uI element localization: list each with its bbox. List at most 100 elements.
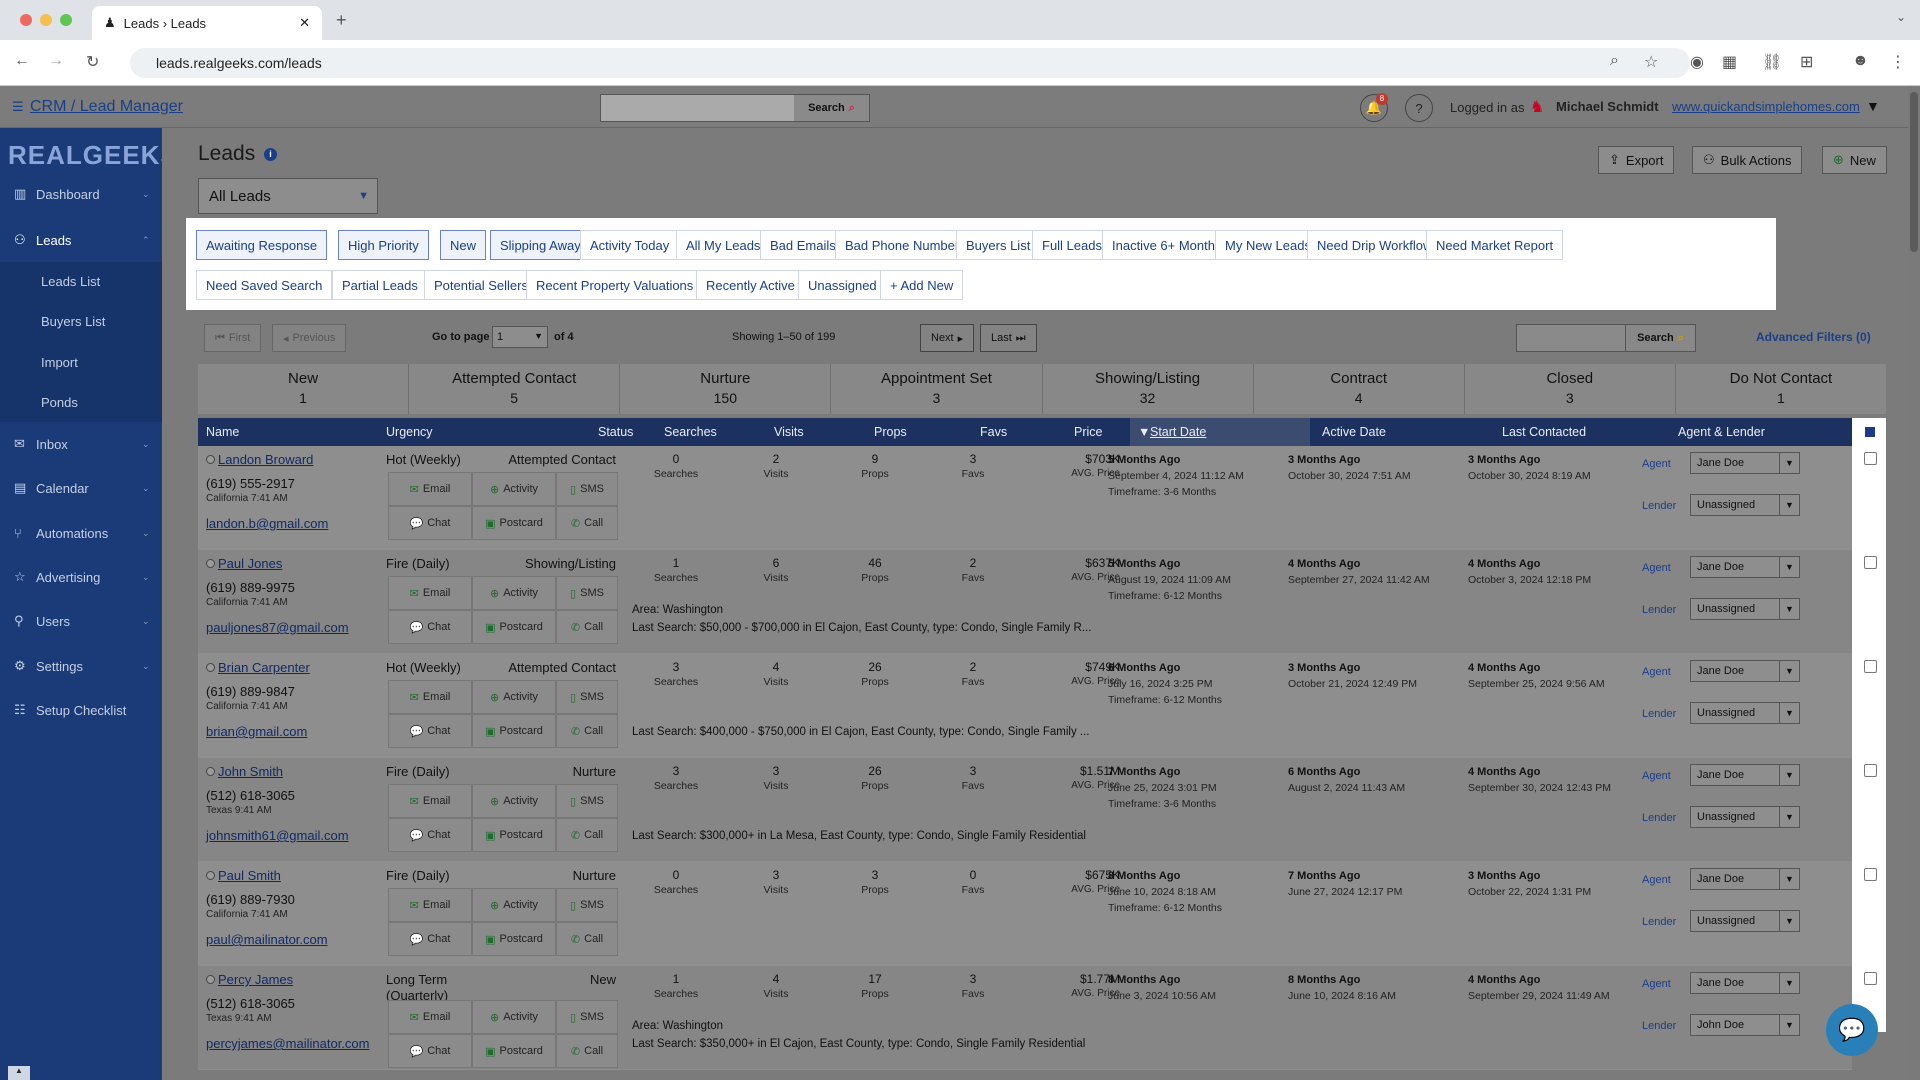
extension-icon[interactable]: ◉ [1690, 52, 1704, 72]
sms-action-button[interactable]: ▯ SMS [556, 680, 618, 714]
stage-do-not-contact[interactable]: Do Not Contact 1 [1676, 364, 1886, 414]
searches-stat[interactable]: 1 Searches [646, 972, 706, 1000]
lead-phone[interactable]: (619) 889-7930 [206, 892, 295, 907]
agent-select[interactable]: Jane Doe ▼ [1690, 556, 1800, 578]
lead-view-select[interactable]: All Leads ▼ [198, 178, 378, 214]
email-action-button[interactable]: ✉ Email [388, 472, 472, 506]
new-tab-button[interactable]: + [336, 10, 347, 31]
advanced-filters-link[interactable]: Advanced Filters (0) [1756, 330, 1871, 344]
account-dropdown-icon[interactable]: ▼ [1866, 98, 1880, 114]
searches-stat[interactable]: 1 Searches [646, 556, 706, 584]
row-select-checkbox[interactable] [1864, 556, 1877, 569]
filter-activity-today[interactable]: Activity Today [580, 230, 680, 260]
searches-stat[interactable]: 0 Searches [646, 452, 706, 480]
lead-phone[interactable]: (512) 618-3065 [206, 788, 295, 803]
stage-appointment-set[interactable]: Appointment Set 3 [831, 364, 1043, 414]
profile-icon[interactable]: ☻ [1852, 52, 1869, 70]
header-favs[interactable]: Favs [980, 425, 1007, 439]
activity-action-button[interactable]: ⊕ Activity [472, 888, 556, 922]
export-button[interactable]: ⇪ Export [1598, 146, 1675, 174]
lender-select[interactable]: Unassigned ▼ [1690, 910, 1800, 932]
row-select-checkbox[interactable] [1864, 660, 1877, 673]
postcard-action-button[interactable]: ▣ Postcard [472, 714, 556, 748]
favs-stat[interactable]: 3 Favs [943, 452, 1003, 480]
header-agent-lender[interactable]: Agent & Lender [1678, 425, 1765, 439]
lead-email-link[interactable]: paul@mailinator.com [206, 932, 328, 947]
row-select-checkbox[interactable] [1864, 452, 1877, 465]
lead-name-link[interactable]: Paul Jones [218, 556, 282, 571]
sms-action-button[interactable]: ▯ SMS [556, 784, 618, 818]
sidebar-item-inbox[interactable]: ✉ Inbox ⌄ [0, 426, 162, 462]
props-stat[interactable]: 17 Props [845, 972, 905, 1000]
filter-bad-emails[interactable]: Bad Emails [760, 230, 846, 260]
sidebar-item-ponds[interactable]: Ponds [41, 395, 78, 410]
first-page-button[interactable]: ⏮ First [204, 324, 262, 352]
sidebar-item-calendar[interactable]: ▤ Calendar ⌄ [0, 470, 162, 506]
info-icon[interactable]: i [264, 148, 277, 161]
stage-showing-listing[interactable]: Showing/Listing 32 [1043, 364, 1254, 414]
lead-phone[interactable]: (512) 618-3065 [206, 996, 295, 1011]
sidebar-item-leads[interactable]: ⚇ Leads ⌃ [0, 222, 162, 258]
header-start-date[interactable]: Start Date [1150, 425, 1206, 439]
props-stat[interactable]: 26 Props [845, 660, 905, 688]
website-link[interactable]: www.quickandsimplehomes.com [1672, 99, 1860, 114]
activity-action-button[interactable]: ⊕ Activity [472, 472, 556, 506]
bookmark-star-icon[interactable]: ☆ [1644, 52, 1658, 72]
email-action-button[interactable]: ✉ Email [388, 888, 472, 922]
sidebar-item-buyers-list[interactable]: Buyers List [41, 314, 105, 329]
lead-last-search[interactable]: Last Search: $400,000 - $750,000 in El C… [632, 726, 1110, 738]
header-status[interactable]: Status [598, 425, 633, 439]
global-search-button[interactable]: Search ⌕ [794, 95, 869, 121]
header-price[interactable]: Price [1074, 425, 1102, 439]
last-page-button[interactable]: Last ⏭ [980, 324, 1037, 352]
lender-select[interactable]: Unassigned ▼ [1690, 598, 1800, 620]
header-props[interactable]: Props [874, 425, 907, 439]
postcard-action-button[interactable]: ▣ Postcard [472, 506, 556, 540]
filter-full-leads[interactable]: Full Leads [1032, 230, 1112, 260]
lead-last-search[interactable]: Last Search: $350,000+ in El Cajon, East… [632, 1038, 1110, 1050]
global-search-input[interactable] [601, 95, 794, 121]
table-search-button[interactable]: Search ⌕ [1625, 325, 1695, 351]
timer-extension-icon[interactable]: ▦ [1722, 52, 1737, 72]
lead-name-link[interactable]: Brian Carpenter [218, 660, 310, 675]
favs-stat[interactable]: 3 Favs [943, 972, 1003, 1000]
header-urgency[interactable]: Urgency [386, 425, 433, 439]
filter-inactive-6-months[interactable]: Inactive 6+ Months [1102, 230, 1232, 260]
sidebar-item-setup-checklist[interactable]: ☷ Setup Checklist [0, 692, 162, 728]
props-stat[interactable]: 46 Props [845, 556, 905, 584]
call-action-button[interactable]: ✆ Call [556, 1034, 618, 1068]
sidebar-item-users[interactable]: ⚲ Users ⌄ [0, 603, 162, 639]
lead-email-link[interactable]: landon.b@gmail.com [206, 516, 328, 531]
lead-name-link[interactable]: Landon Broward [218, 452, 313, 467]
lender-select[interactable]: Unassigned ▼ [1690, 806, 1800, 828]
filter-all-my-leads[interactable]: All My Leads [676, 230, 771, 260]
chat-action-button[interactable]: 💬 Chat [388, 818, 472, 852]
crm-title-link[interactable]: CRM / Lead Manager [30, 98, 183, 116]
header-active-date[interactable]: Active Date [1322, 425, 1386, 439]
select-all-checkbox[interactable] [1864, 426, 1876, 438]
next-page-button[interactable]: Next ▸ [920, 324, 975, 352]
filter-buyers-list[interactable]: Buyers List [956, 230, 1041, 260]
lead-phone[interactable]: (619) 889-9847 [206, 684, 295, 699]
forward-icon[interactable]: → [48, 52, 64, 70]
chat-action-button[interactable]: 💬 Chat [388, 714, 472, 748]
call-action-button[interactable]: ✆ Call [556, 922, 618, 956]
header-last-contacted[interactable]: Last Contacted [1502, 425, 1586, 439]
previous-page-button[interactable]: ◂ Previous [272, 324, 347, 352]
props-stat[interactable]: 3 Props [845, 868, 905, 896]
activity-action-button[interactable]: ⊕ Activity [472, 576, 556, 610]
sms-action-button[interactable]: ▯ SMS [556, 472, 618, 506]
sidebar-item-leads-list[interactable]: Leads List [41, 274, 100, 289]
browser-menu-icon[interactable]: ⋮ [1890, 52, 1906, 72]
minimize-window-button[interactable] [40, 14, 52, 26]
maximize-window-button[interactable] [60, 14, 72, 26]
visits-stat[interactable]: 4 Visits [746, 972, 806, 1000]
tab-menu-button[interactable]: ⌄ [1896, 10, 1906, 24]
lead-email-link[interactable]: percyjames@mailinator.com [206, 1036, 369, 1051]
stage-attempted-contact[interactable]: Attempted Contact 5 [409, 364, 621, 414]
props-stat[interactable]: 9 Props [845, 452, 905, 480]
activity-action-button[interactable]: ⊕ Activity [472, 784, 556, 818]
searches-stat[interactable]: 0 Searches [646, 868, 706, 896]
lead-email-link[interactable]: pauljones87@gmail.com [206, 620, 349, 635]
url-field[interactable]: leads.realgeeks.com/leads [130, 48, 1690, 78]
